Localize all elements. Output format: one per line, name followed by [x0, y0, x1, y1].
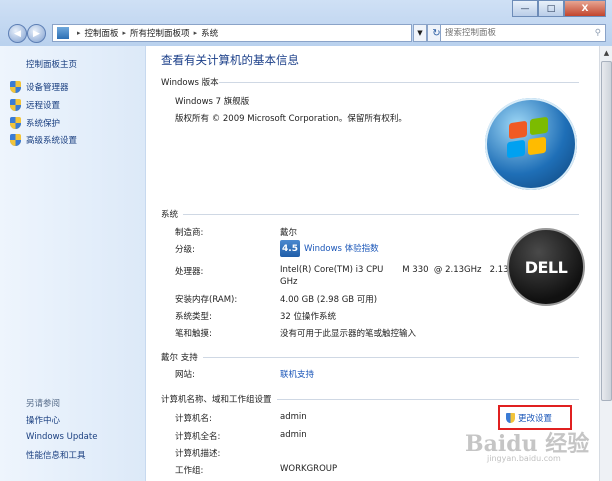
rating-label: 分级: — [175, 245, 195, 255]
windows-flag-yellow — [528, 136, 546, 156]
sidebar-item-label: 远程设置 — [26, 101, 61, 111]
online-support-link[interactable]: 联机支持 — [280, 368, 314, 380]
sidebar-item-label: 高级系统设置 — [26, 136, 78, 146]
ram-label: 安装内存(RAM): — [175, 295, 238, 305]
sidebar: 控制面板主页 设备管理器 远程设置 系统保护 高级系统设置 另请参阅 操作中心 … — [0, 46, 146, 481]
breadcrumb: ▸ 控制面板 ▸ 所有控制面板项 ▸ 系统 — [73, 27, 218, 39]
website-label: 网站: — [175, 370, 195, 380]
link-windows-update[interactable]: Windows Update — [26, 432, 97, 442]
shield-icon — [10, 99, 21, 111]
close-button[interactable]: X — [564, 0, 606, 17]
back-arrow-icon: ◀ — [14, 28, 21, 39]
section-header-system: 系统 — [161, 210, 179, 220]
section-divider — [183, 214, 579, 215]
window-controls: — □ X — [512, 0, 606, 17]
minimize-button[interactable]: — — [512, 0, 538, 17]
section-divider — [203, 357, 579, 358]
chevron-right-icon[interactable]: ▸ — [194, 29, 198, 37]
chevron-right-icon[interactable]: ▸ — [123, 29, 127, 37]
watermark-url: jingyan.baidu.com — [487, 454, 561, 463]
section-header-edition: Windows 版本 — [161, 78, 219, 88]
workgroup-value: WORKGROUP — [280, 464, 338, 474]
edition-name: Windows 7 旗舰版 — [175, 97, 250, 107]
section-divider — [277, 399, 579, 400]
workgroup-label: 工作组: — [175, 466, 204, 476]
scroll-up-icon[interactable]: ▲ — [600, 46, 612, 60]
breadcrumb-item-all-items[interactable]: 所有控制面板项 — [130, 27, 190, 39]
sidebar-item-label: 设备管理器 — [26, 83, 69, 93]
computer-name-label: 计算机名: — [175, 414, 212, 424]
vertical-scrollbar[interactable]: ▲ — [599, 46, 612, 481]
system-type-label: 系统类型: — [175, 312, 212, 322]
windows-flag-blue — [507, 139, 525, 159]
section-header-computer: 计算机名称、域和工作组设置 — [161, 395, 272, 405]
dell-logo: DELL — [507, 228, 585, 306]
search-box[interactable]: ⚲ — [440, 24, 606, 42]
forward-arrow-icon: ▶ — [33, 28, 40, 39]
computer-name-value: admin — [280, 412, 307, 422]
rating-value: 4.5 Windows 体验指数 — [280, 240, 379, 257]
full-name-value: admin — [280, 430, 307, 440]
forward-button[interactable]: ▶ — [27, 24, 46, 43]
sidebar-home-link[interactable]: 控制面板主页 — [26, 58, 77, 70]
chevron-right-icon: ▸ — [77, 29, 81, 37]
breadcrumb-item-system[interactable]: 系统 — [201, 27, 218, 39]
manufacturer-value: 戴尔 — [280, 228, 298, 238]
copyright-text: 版权所有 © 2009 Microsoft Corporation。保留所有权利… — [175, 114, 407, 124]
sidebar-item-device-manager[interactable]: 设备管理器 — [10, 81, 69, 93]
breadcrumb-item-control-panel[interactable]: 控制面板 — [85, 27, 119, 39]
windows-flag-red — [509, 120, 527, 140]
full-name-label: 计算机全名: — [175, 432, 221, 442]
sidebar-item-advanced-settings[interactable]: 高级系统设置 — [10, 134, 77, 146]
shield-icon — [10, 81, 21, 93]
search-icon: ⚲ — [594, 28, 601, 38]
link-performance-tools[interactable]: 性能信息和工具 — [26, 449, 86, 461]
processor-value: Intel(R) Core(TM) i3 CPU M 330 @ 2.13GHz… — [280, 265, 509, 275]
system-type-value: 32 位操作系统 — [280, 312, 337, 322]
address-bar[interactable]: ▸ 控制面板 ▸ 所有控制面板项 ▸ 系统 — [52, 24, 412, 42]
main-content: 查看有关计算机的基本信息 Windows 版本 Windows 7 旗舰版 版权… — [147, 46, 599, 481]
processor-label: 处理器: — [175, 267, 204, 277]
page-title: 查看有关计算机的基本信息 — [161, 53, 299, 67]
sidebar-item-label: 系统保护 — [26, 119, 61, 129]
experience-index-badge[interactable]: 4.5 — [280, 240, 300, 257]
scrollbar-thumb[interactable] — [601, 61, 612, 401]
section-divider — [219, 82, 579, 83]
pen-touch-label: 笔和触摸: — [175, 329, 212, 339]
link-action-center[interactable]: 操作中心 — [26, 414, 60, 426]
maximize-button[interactable]: □ — [538, 0, 564, 17]
change-settings-link[interactable]: 更改设置 — [518, 412, 552, 424]
sidebar-item-system-protection[interactable]: 系统保护 — [10, 117, 60, 129]
manufacturer-label: 制造商: — [175, 228, 204, 238]
windows-logo — [485, 98, 577, 190]
shield-icon — [10, 117, 21, 129]
experience-index-link[interactable]: Windows 体验指数 — [304, 244, 379, 254]
chevron-down-icon: ▼ — [417, 29, 423, 37]
shield-icon — [10, 134, 21, 146]
description-label: 计算机描述: — [175, 449, 221, 459]
see-also-heading: 另请参阅 — [26, 399, 61, 409]
processor-value-cont: GHz — [280, 277, 298, 287]
sidebar-item-remote-settings[interactable]: 远程设置 — [10, 99, 60, 111]
section-header-support: 戴尔 支持 — [161, 353, 198, 363]
address-dropdown-button[interactable]: ▼ — [413, 24, 427, 42]
ram-value: 4.00 GB (2.98 GB 可用) — [280, 295, 378, 305]
back-button[interactable]: ◀ — [8, 24, 27, 43]
pen-touch-value: 没有可用于此显示器的笔或触控输入 — [280, 329, 417, 339]
control-panel-icon — [57, 27, 69, 39]
shield-icon — [506, 412, 515, 423]
windows-flag-green — [530, 116, 548, 136]
search-input[interactable] — [445, 28, 585, 38]
